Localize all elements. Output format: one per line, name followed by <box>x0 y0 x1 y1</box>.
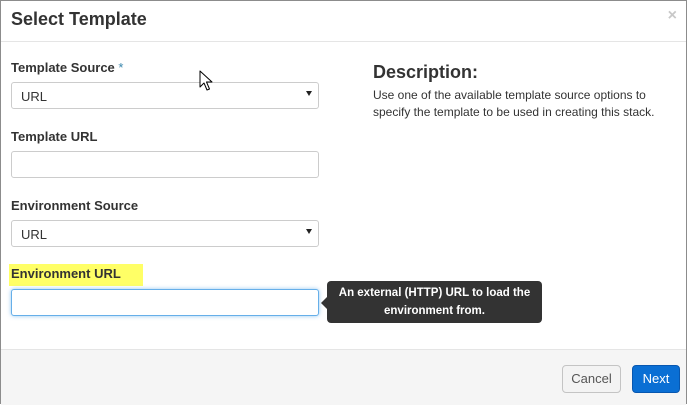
tooltip-arrow <box>321 297 327 309</box>
dialog-footer: Cancel Next <box>1 349 686 405</box>
description-title: Description: <box>373 62 479 82</box>
template-source-label: Template Source * <box>11 60 123 75</box>
environment-url-label: Environment URL <box>9 264 143 286</box>
mouse-pointer-icon <box>199 70 213 91</box>
close-icon[interactable]: × <box>668 8 677 24</box>
template-url-input[interactable] <box>11 151 319 178</box>
caret-down-icon <box>306 91 312 96</box>
environment-source-label: Environment Source <box>11 198 139 213</box>
template-source-label-text: Template Source <box>11 60 115 75</box>
environment-url-input[interactable] <box>11 289 319 316</box>
template-url-label: Template URL <box>11 129 98 144</box>
template-source-select[interactable]: URL <box>11 82 319 109</box>
environment-source-select[interactable]: URL <box>11 220 319 247</box>
caret-down-icon <box>306 229 312 234</box>
select-template-dialog: Select Template × Template Source * URL … <box>0 0 687 405</box>
required-marker: * <box>118 60 124 75</box>
template-source-value: URL <box>21 89 48 104</box>
description-text: Use one of the available template source… <box>373 88 655 119</box>
next-button[interactable]: Next <box>632 365 680 393</box>
dialog-header: Select Template × <box>1 1 686 42</box>
tooltip-line-1: An external (HTTP) URL to load the <box>338 287 531 299</box>
cancel-button[interactable]: Cancel <box>562 365 621 393</box>
dialog-title: Select Template <box>11 9 147 29</box>
tooltip-line-2: environment from. <box>384 305 485 317</box>
environment-url-tooltip: An external (HTTP) URL to load the envir… <box>321 281 542 323</box>
environment-source-value: URL <box>21 227 48 242</box>
